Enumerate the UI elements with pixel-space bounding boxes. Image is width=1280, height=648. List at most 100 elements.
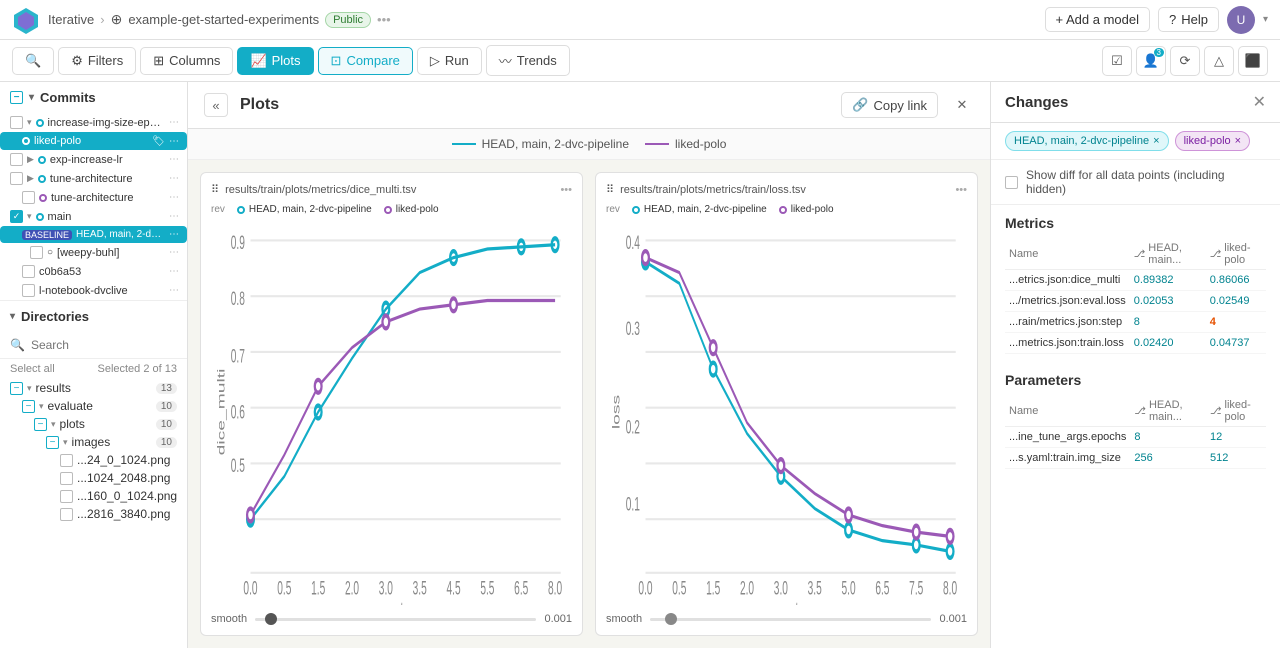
commit-item[interactable]: c0b6a53 ⋯ [0, 262, 187, 281]
toolbar-icon-4[interactable]: △ [1204, 46, 1234, 76]
commit-item[interactable]: liked-polo 🏷 ⋯ [0, 132, 187, 150]
more-icon[interactable]: ⋯ [169, 285, 179, 296]
dir-item-img1[interactable]: ...24_0_1024.png [0, 451, 187, 469]
commit-item-baseline[interactable]: BASELINE HEAD, main, 2-dvc-pip... ⋯ [0, 226, 187, 243]
commit-checkbox[interactable] [30, 246, 43, 259]
commit-item[interactable]: ▶ tune-architecture ⋯ [0, 169, 187, 188]
dir-item-plots[interactable]: − ▾ plots 10 [0, 415, 187, 433]
commits-section-header[interactable]: − ▾ Commits [0, 82, 187, 113]
smooth-slider-1[interactable] [255, 618, 536, 621]
commit-item[interactable]: ▾ increase-img-size-epochs ⋯ [0, 113, 187, 132]
compare-button[interactable]: ⊡ Compare [318, 47, 413, 75]
add-model-button[interactable]: + Add a model [1045, 7, 1150, 32]
dir-checkbox[interactable]: − [22, 400, 35, 413]
repo-name[interactable]: example-get-started-experiments [128, 12, 319, 27]
chart-svg-2: 0.4 0.3 0.2 0.1 loss 0.0 0.5 1.5 2.0 3.0… [606, 219, 967, 605]
more-icon[interactable]: ⋯ [169, 192, 179, 203]
compare-icon: ⊡ [331, 53, 342, 69]
copy-link-button[interactable]: 🔗 Copy link [841, 92, 938, 118]
run-button[interactable]: ▷ Run [417, 47, 482, 75]
dir-checkbox[interactable]: − [46, 436, 59, 449]
tag-icon: 🏷 [152, 136, 165, 147]
smooth-thumb-1[interactable] [265, 613, 277, 625]
plots-button[interactable]: 📈 Plots [237, 47, 313, 75]
commit-checkbox[interactable] [22, 284, 35, 297]
dir-checkbox[interactable] [60, 490, 73, 503]
more-icon[interactable]: ⋯ [169, 266, 179, 277]
search-input[interactable] [31, 338, 186, 352]
dir-checkbox[interactable]: − [10, 382, 23, 395]
branch-icon: ⎇ [1210, 406, 1222, 417]
right-panel: Changes ✕ HEAD, main, 2-dvc-pipeline × l… [990, 82, 1280, 648]
dot-purple [779, 206, 787, 214]
drag-handle[interactable]: ⠿ [211, 183, 219, 196]
baseline-label: BASELINE [22, 230, 72, 240]
more-icon[interactable]: ⋯ [169, 136, 179, 147]
filter-tag-liked-polo[interactable]: liked-polo × [1175, 131, 1251, 151]
dir-item-evaluate[interactable]: − ▾ evaluate 10 [0, 397, 187, 415]
smooth-label: smooth [606, 613, 642, 625]
toolbar-icon-2[interactable]: 👤3 [1136, 46, 1166, 76]
smooth-thumb-2[interactable] [665, 613, 677, 625]
commit-item[interactable]: tune-architecture ⋯ [0, 188, 187, 207]
avatar-chevron[interactable]: ▾ [1263, 14, 1268, 25]
directories-section-header[interactable]: ▾ Directories [0, 300, 187, 332]
commit-checkbox[interactable] [10, 172, 23, 185]
dir-item-img2[interactable]: ...1024_2048.png [0, 469, 187, 487]
smooth-slider-2[interactable] [650, 618, 931, 621]
toolbar-icon-3[interactable]: ⟳ [1170, 46, 1200, 76]
dir-item-images[interactable]: − ▾ images 10 [0, 433, 187, 451]
svg-text:7.5: 7.5 [909, 578, 923, 599]
dir-item-img3[interactable]: ...160_0_1024.png [0, 487, 187, 505]
show-diff-row: Show diff for all data points (including… [991, 160, 1280, 205]
select-all-label[interactable]: Select all [10, 363, 55, 375]
show-diff-checkbox[interactable] [1005, 176, 1018, 189]
public-badge: Public [325, 12, 371, 28]
more-icon[interactable]: ⋯ [169, 211, 179, 222]
drag-handle[interactable]: ⠿ [606, 183, 614, 196]
commit-checkbox[interactable] [10, 116, 23, 129]
toolbar-icon-1[interactable]: ☑ [1102, 46, 1132, 76]
smooth-row-2: smooth 0.001 [606, 613, 967, 625]
columns-button[interactable]: ⊞ Columns [140, 47, 233, 75]
dir-checkbox[interactable]: − [34, 418, 47, 431]
collapse-button[interactable]: « [204, 93, 228, 117]
changes-close-button[interactable]: ✕ [1253, 92, 1266, 112]
more-icon[interactable]: ⋯ [169, 229, 179, 240]
svg-text:0.5: 0.5 [672, 578, 686, 599]
dir-checkbox[interactable] [60, 472, 73, 485]
tag-close-icon[interactable]: × [1153, 135, 1159, 147]
svg-text:1.5: 1.5 [311, 578, 325, 599]
more-icon[interactable]: ⋯ [169, 173, 179, 184]
dir-checkbox[interactable] [60, 454, 73, 467]
dir-item-img4[interactable]: ...2816_3840.png [0, 505, 187, 523]
chart-menu-button[interactable]: ••• [560, 184, 572, 196]
avatar[interactable]: U [1227, 6, 1255, 34]
more-icon[interactable]: ⋯ [169, 247, 179, 258]
close-button[interactable]: ✕ [950, 93, 974, 117]
commit-item[interactable]: l-notebook-dvclive ⋯ [0, 281, 187, 300]
help-button[interactable]: ? Help [1158, 7, 1219, 32]
more-icon[interactable]: ⋯ [169, 117, 179, 128]
chart-menu-button[interactable]: ••• [955, 184, 967, 196]
more-icon[interactable]: ⋯ [169, 154, 179, 165]
dir-checkbox[interactable] [60, 508, 73, 521]
commit-checkbox[interactable] [22, 191, 35, 204]
commit-item[interactable]: ✓ ▾ main ⋯ [0, 207, 187, 226]
dir-item-results[interactable]: − ▾ results 13 [0, 379, 187, 397]
more-icon[interactable]: ••• [377, 12, 391, 27]
commit-checkbox[interactable] [10, 153, 23, 166]
filters-button[interactable]: ⚙ Filters [58, 47, 136, 75]
commit-item[interactable]: ▶ exp-increase-lr ⋯ [0, 150, 187, 169]
commits-checkbox[interactable]: − [10, 91, 23, 104]
filter-tag-head[interactable]: HEAD, main, 2-dvc-pipeline × [1005, 131, 1169, 151]
commit-checkbox[interactable] [22, 265, 35, 278]
svg-text:4.5: 4.5 [446, 578, 460, 599]
toolbar-icon-5[interactable]: ⬛ [1238, 46, 1268, 76]
commit-checkbox[interactable]: ✓ [10, 210, 23, 223]
trends-button[interactable]: 〰 Trends [486, 45, 570, 76]
tag-close-icon[interactable]: × [1235, 135, 1241, 147]
org-name[interactable]: Iterative [48, 12, 94, 27]
commit-item[interactable]: ○ [weepy-buhl] ⋯ [0, 243, 187, 262]
search-button[interactable]: 🔍 [12, 47, 54, 75]
